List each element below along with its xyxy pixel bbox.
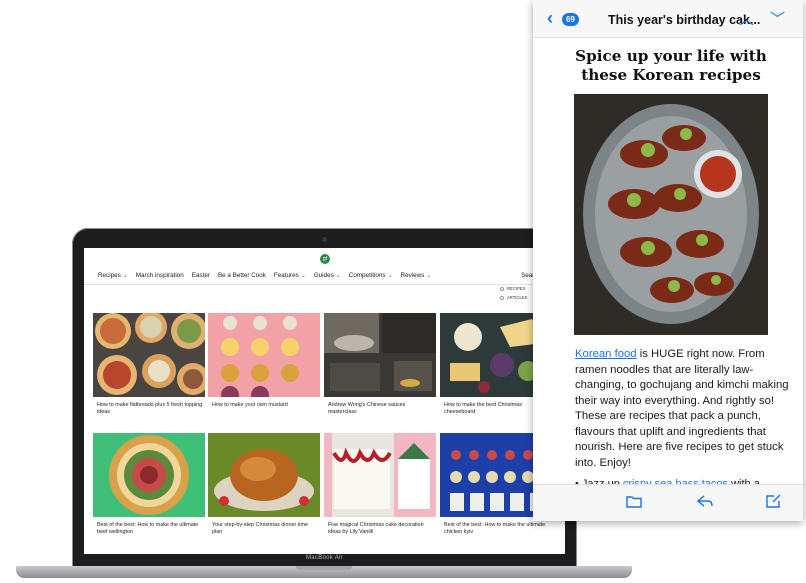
card-image-flatbreads <box>93 313 205 397</box>
recipe-card[interactable]: Best of the best: How to make the ultima… <box>93 433 205 545</box>
nav-divider <box>84 284 565 285</box>
camera <box>322 237 327 242</box>
site-nav-label: Competitions <box>348 271 386 279</box>
chevron-up-icon[interactable]: ︿ <box>739 8 754 29</box>
site-nav-item[interactable]: Be a Better Cook <box>218 272 266 279</box>
laptop-model-label: MacBook Air <box>306 555 343 561</box>
site-nav-item[interactable]: Easter <box>192 272 210 279</box>
site-nav-label: Be a Better Cook <box>217 271 266 279</box>
email-subject: This year's birthday cak... <box>608 13 761 27</box>
chevron-down-icon[interactable]: ﹀ <box>770 8 785 29</box>
card-title[interactable]: Five magical Christmas cake decoration i… <box>324 517 436 536</box>
site-nav-label: Guides <box>313 271 334 279</box>
back-chevron-icon[interactable]: ‹ <box>547 9 553 27</box>
card-title[interactable]: How to make flatbreads plus 5 fresh topp… <box>93 397 205 416</box>
filter-option-recipes[interactable]: RECIPES <box>500 284 527 293</box>
card-title[interactable]: Your step-by-step Christmas dinner time … <box>208 517 320 536</box>
chevron-down-icon: ⌄ <box>300 272 306 279</box>
filter-option-articles[interactable]: ARTICLES <box>500 293 527 302</box>
card-title[interactable]: Best of the best: How to make the ultima… <box>93 517 205 536</box>
chevron-down-icon: ⌄ <box>387 272 393 279</box>
chevron-down-icon: ⌄ <box>426 272 432 279</box>
site-nav-label: Features <box>273 271 299 279</box>
mail-toolbar <box>533 484 803 521</box>
card-image-beef-wellington <box>93 433 205 517</box>
email-view: ‹ 69 This year's birthday cak... ︿ ﹀ Spi… <box>533 0 803 521</box>
email-heading: Spice up your life with these Korean rec… <box>575 47 767 84</box>
radio-icon <box>500 286 504 291</box>
site-nav-label: Reviews <box>400 271 425 279</box>
card-image-chinese-sauces <box>324 313 436 397</box>
search-filter-options: RECIPES ARTICLES <box>500 284 527 302</box>
recipe-card[interactable]: Andrew Wong's Chinese sauces masterclass <box>324 313 436 425</box>
radio-icon <box>500 295 504 300</box>
recipe-card[interactable]: Five magical Christmas cake decoration i… <box>324 433 436 545</box>
base-notch <box>296 566 352 570</box>
korean-food-photo <box>574 94 768 335</box>
laptop-screen: gf Recipes ⌄ March inspiration Easter Be a B… <box>84 248 565 554</box>
korean-food-link[interactable]: Korean food <box>575 348 637 360</box>
site-nav-label: Recipes <box>98 271 121 279</box>
recipe-card[interactable]: How to make flatbreads plus 5 fresh topp… <box>93 313 205 425</box>
card-title[interactable]: How to make your own mustard <box>208 397 320 409</box>
recipe-card[interactable]: Your step-by-step Christmas dinner time … <box>208 433 320 545</box>
laptop-base <box>16 566 632 578</box>
filter-label: RECIPES <box>507 286 526 291</box>
site-nav-item[interactable]: Competitions ⌄ <box>349 272 393 279</box>
site-logo[interactable]: gf <box>320 254 330 264</box>
site-nav-label: Easter <box>191 271 210 279</box>
site-nav-item[interactable]: March inspiration <box>136 272 184 279</box>
filter-label: ARTICLES <box>507 295 528 300</box>
compose-icon[interactable] <box>766 494 782 512</box>
reply-icon[interactable] <box>696 494 713 512</box>
card-image-mustard <box>208 313 320 397</box>
site-nav-label: March inspiration <box>135 271 184 279</box>
chevron-down-icon: ⌄ <box>335 272 341 279</box>
recipe-card[interactable]: How to make your own mustard <box>208 313 320 425</box>
card-title[interactable]: Andrew Wong's Chinese sauces masterclass <box>324 397 436 416</box>
folder-icon[interactable] <box>626 494 642 512</box>
unread-count-badge[interactable]: 69 <box>562 13 579 26</box>
site-nav-item[interactable]: Recipes ⌄ <box>98 272 128 279</box>
mail-header: ‹ 69 This year's birthday cak... ︿ ﹀ <box>533 0 803 38</box>
site-nav: Recipes ⌄ March inspiration Easter Be a Bett… <box>98 269 550 281</box>
site-nav-item[interactable]: Guides ⌄ <box>314 272 341 279</box>
email-body-text: is HUGE right now. From ramen noodles th… <box>575 348 789 469</box>
site-nav-item[interactable]: Reviews ⌄ <box>401 272 432 279</box>
chevron-down-icon: ⌄ <box>122 272 128 279</box>
card-image-christmas-dinner <box>208 433 320 517</box>
card-image-christmas-cake <box>324 433 436 517</box>
laptop: gf Recipes ⌄ March inspiration Easter Be a B… <box>72 228 577 568</box>
site-nav-item[interactable]: Features ⌄ <box>274 272 306 279</box>
email-body: Korean food is HUGE right now. From rame… <box>575 347 799 471</box>
